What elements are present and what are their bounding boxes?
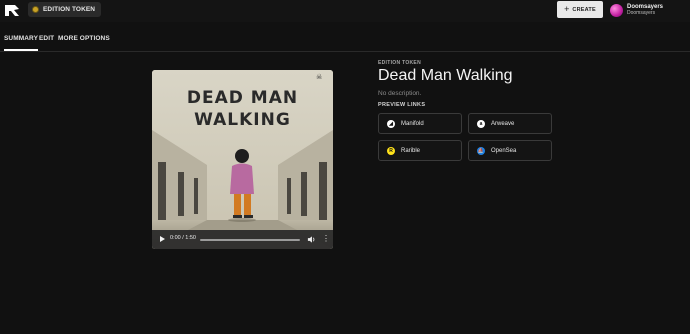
avatar (610, 3, 623, 17)
preview-links-label: PREVIEW LINKS (378, 102, 426, 108)
tab-summary[interactable]: SUMMARY (4, 35, 39, 51)
tab-edit[interactable]: EDIT (39, 35, 54, 42)
edition-token-badge[interactable]: EDITION TOKEN (28, 2, 102, 17)
audio-player: 0:00 / 1:50 ⋮ (152, 230, 333, 249)
cover-title-line2: WALKING (194, 110, 291, 130)
arweave-icon: a (477, 119, 485, 128)
skull-icon: ☠ (316, 74, 323, 81)
opensea-icon: ⛵ (477, 146, 485, 155)
edition-token-eyebrow: EDITION TOKEN (378, 60, 421, 66)
preview-link-label: OpenSea (491, 147, 517, 154)
play-icon[interactable] (160, 236, 165, 242)
preview-link-rarible[interactable]: R Rarible (378, 140, 462, 161)
account-menu[interactable]: Doomsayers Doomsayers (610, 1, 690, 19)
token-icon (32, 6, 39, 13)
preview-link-label: Arweave (491, 120, 515, 127)
media-artwork: DEAD MAN WALKING ☠ (152, 70, 333, 249)
edition-token-label: EDITION TOKEN (43, 6, 96, 13)
volume-icon[interactable] (307, 235, 316, 244)
manifold-logo-icon[interactable] (4, 4, 20, 17)
rarible-icon: R (387, 146, 395, 155)
account-text: Doomsayers Doomsayers (627, 4, 663, 17)
tab-more-options[interactable]: MORE OPTIONS (58, 35, 110, 42)
create-button-label: CREATE (572, 6, 596, 13)
preview-link-label: Manifold (401, 120, 424, 127)
plus-icon: + (564, 4, 570, 14)
token-title: Dead Man Walking (378, 67, 513, 84)
create-button[interactable]: + CREATE (557, 1, 603, 18)
preview-link-label: Rarible (401, 147, 421, 154)
preview-link-manifold[interactable]: ◢ Manifold (378, 113, 462, 134)
time-display: 0:00 / 1:50 (170, 235, 196, 241)
preview-link-arweave[interactable]: a Arweave (468, 113, 552, 134)
top-bar: EDITION TOKEN + CREATE Doomsayers Doomsa… (0, 0, 690, 22)
token-description: No description. (378, 90, 422, 97)
tab-bar: SUMMARY EDIT MORE OPTIONS (0, 28, 690, 52)
preview-link-opensea[interactable]: ⛵ OpenSea (468, 140, 552, 161)
manifold-icon: ◢ (387, 119, 395, 128)
more-options-icon[interactable]: ⋮ (322, 234, 330, 243)
cover-title-line1: DEAD MAN (186, 88, 299, 108)
account-subname: Doomsayers (627, 10, 656, 16)
seek-bar[interactable] (200, 239, 300, 241)
